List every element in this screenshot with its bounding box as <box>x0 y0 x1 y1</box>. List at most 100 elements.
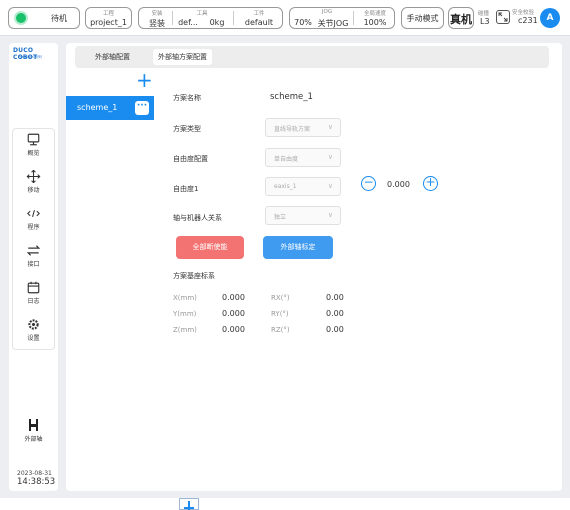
scheme-list-item[interactable]: scheme_1 ··· <box>66 96 154 120</box>
coord-ry-label: RY(°) <box>271 310 289 318</box>
real-machine-button[interactable]: 真机 <box>448 7 474 29</box>
coord-z-value: 0.000 <box>222 325 245 334</box>
speed-group[interactable]: JOG 70% 关节JOG 全局速度 100% <box>289 7 395 29</box>
calendar-icon <box>27 281 40 294</box>
scheme-type-value: 直线导轨方案 <box>274 126 311 133</box>
nav-move-label: 移动 <box>27 187 40 194</box>
nav-log[interactable]: 日志 <box>13 277 54 313</box>
scheme-type-label: 方案类型 <box>173 125 201 133</box>
nav-external-axis-label: 外部轴 <box>24 436 43 443</box>
chevron-down-icon: ∨ <box>327 182 333 190</box>
dof1-step-value: 0.000 <box>387 180 410 189</box>
nav-io[interactable]: 接口 <box>13 240 54 276</box>
code-icon <box>27 210 40 217</box>
external-axis-icon <box>29 419 38 431</box>
coord-z-label: Z(mm) <box>173 326 197 334</box>
dof1-axis-select[interactable]: eaxis_1 ∨ <box>265 177 341 196</box>
workpiece-label: 工件 <box>253 11 265 17</box>
current-time: 14:38:53 <box>17 477 56 487</box>
gear-icon <box>28 319 39 330</box>
scheme-name-value: scheme_1 <box>270 92 313 102</box>
nav-log-label: 日志 <box>27 298 40 305</box>
status-dot-icon <box>14 11 28 25</box>
coord-rx-value: 0.00 <box>326 293 344 302</box>
add-scheme-button[interactable]: + <box>136 70 153 90</box>
calibrate-external-axis-button[interactable]: 外部轴标定 <box>263 236 333 259</box>
more-options-icon[interactable]: ··· <box>135 101 149 115</box>
left-sidebar: DUCO COBOT Premium 系列 概览 移动 程序 接口 日志 设置 <box>9 43 58 491</box>
base-frame-title: 方案基座标系 <box>173 272 215 280</box>
tool-label: 工具 <box>196 11 208 17</box>
dof1-decrement-button[interactable]: − <box>361 176 376 191</box>
robot-config-group[interactable]: 安装 竖装 工具 def... 0kg 工件 default <box>138 7 283 29</box>
user-avatar[interactable]: A <box>540 8 560 28</box>
coord-y-value: 0.000 <box>222 309 245 318</box>
io-icon <box>26 245 41 256</box>
chevron-down-icon: ∨ <box>327 153 333 161</box>
tab-bar: 外部轴配置 外部轴方案配置 <box>75 46 549 68</box>
dof-config-select[interactable]: 单自由度 ∨ <box>265 148 341 167</box>
monitor-icon <box>27 133 40 146</box>
jog-label: JOG <box>321 9 333 15</box>
nav-program-label: 程序 <box>27 224 40 231</box>
dof1-increment-button[interactable]: + <box>423 176 438 191</box>
chevron-down-icon: ∨ <box>327 123 333 131</box>
scheme-type-select[interactable]: 直线导轨方案 ∨ <box>265 118 341 137</box>
nav-overview[interactable]: 概览 <box>13 129 54 165</box>
brand-subtitle: Premium 系列 <box>18 55 42 59</box>
tool-name: def... <box>178 18 198 27</box>
axis-robot-relation-label: 轴与机器人关系 <box>173 214 222 222</box>
collision-label: 碰撞 <box>478 11 490 17</box>
project-value: project_1 <box>90 18 127 27</box>
coord-y-label: Y(mm) <box>173 310 197 318</box>
nav-settings-label: 设置 <box>27 335 40 342</box>
nav-external-axis[interactable]: 外部轴 <box>12 410 55 448</box>
dof1-axis-value: eaxis_1 <box>274 183 297 190</box>
manual-mode-label: 手动模式 <box>406 14 439 23</box>
move-icon <box>26 170 41 183</box>
coord-rz-value: 0.00 <box>326 325 344 334</box>
nav-overview-label: 概览 <box>27 150 40 157</box>
mount-value: 竖装 <box>149 19 165 28</box>
jog-mode: 关节JOG <box>317 19 349 28</box>
workpiece-value: default <box>244 18 274 27</box>
coord-rx-label: RX(°) <box>271 294 290 302</box>
dof-config-label: 自由度配置 <box>173 155 208 163</box>
robot-status-pill[interactable]: 待机 <box>8 7 80 29</box>
nav-move[interactable]: 移动 <box>13 166 54 202</box>
nav-io-label: 接口 <box>27 261 40 268</box>
nav-program[interactable]: 程序 <box>13 203 54 239</box>
axis-robot-relation-value: 独立 <box>274 214 287 221</box>
collision-level: L3 <box>480 17 490 26</box>
scheme-item-name: scheme_1 <box>77 103 118 112</box>
scheme-name-label: 方案名称 <box>173 94 201 102</box>
bottom-drag-handle[interactable] <box>179 498 199 510</box>
axis-robot-relation-select[interactable]: 独立 ∨ <box>265 206 341 225</box>
chevron-down-icon: ∨ <box>327 211 333 219</box>
coord-rz-label: RZ(°) <box>271 326 290 334</box>
dof-config-value: 单自由度 <box>274 156 299 163</box>
safety-check-label: 安全校验 <box>512 10 535 16</box>
mount-label: 安装 <box>151 11 163 17</box>
disable-all-button[interactable]: 全部断使能 <box>176 236 244 259</box>
global-speed-value: 100% <box>363 18 387 27</box>
top-bar: 待机 工程 project_1 安装 竖装 工具 def... 0kg 工件 d… <box>0 0 570 36</box>
main-nav: 概览 移动 程序 接口 日志 设置 <box>12 128 55 350</box>
global-speed-label: 全局速度 <box>363 11 386 17</box>
tab-external-axis-config[interactable]: 外部轴配置 <box>90 49 135 65</box>
expand-icon[interactable] <box>496 10 510 24</box>
tool-weight: 0kg <box>209 18 225 27</box>
coord-x-value: 0.000 <box>222 293 245 302</box>
coord-ry-value: 0.00 <box>326 309 344 318</box>
main-panel: 外部轴配置 外部轴方案配置 + scheme_1 ··· 方案名称 scheme… <box>66 43 562 491</box>
jog-percent: 70% <box>294 18 312 27</box>
nav-settings[interactable]: 设置 <box>13 314 54 350</box>
current-date: 2023-08-31 <box>17 470 52 477</box>
project-selector[interactable]: 工程 project_1 <box>85 7 132 29</box>
status-text: 待机 <box>51 14 67 23</box>
tab-external-axis-scheme[interactable]: 外部轴方案配置 <box>153 49 212 65</box>
coord-x-label: X(mm) <box>173 294 197 302</box>
project-label: 工程 <box>102 11 114 17</box>
manual-mode-button[interactable]: 手动模式 <box>401 7 444 29</box>
dof1-label: 自由度1 <box>173 185 199 193</box>
